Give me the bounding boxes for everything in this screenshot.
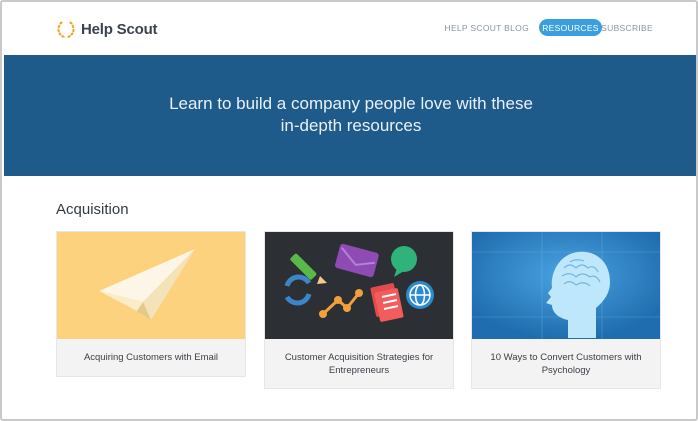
site-header: Help Scout HELP SCOUT BLOG RESOURCES SUB…: [4, 4, 696, 54]
chat-bubble-icon: [391, 246, 417, 277]
marketing-icons-illustration: [265, 232, 453, 339]
paper-plane-icon: [99, 249, 195, 320]
resource-card[interactable]: Acquiring Customers with Email: [56, 231, 246, 377]
hero-banner: Learn to build a company people love wit…: [4, 55, 696, 176]
card-title: Acquiring Customers with Email: [63, 351, 239, 364]
resource-card[interactable]: 10 Ways to Convert Customers with Psycho…: [471, 231, 661, 389]
envelope-icon: [334, 243, 379, 278]
marketing-icons-cluster: [284, 243, 434, 322]
card-title-line-1: 10 Ways to Convert Customers with: [490, 352, 642, 363]
section-title: Acquisition: [56, 201, 129, 218]
document-icon: [370, 283, 404, 322]
nav-link-resources[interactable]: RESOURCES: [539, 19, 602, 36]
card-title: 10 Ways to Convert Customers with Psycho…: [478, 351, 654, 377]
brain-head-icon: [472, 232, 660, 339]
card-title-line-1: Acquiring Customers with Email: [83, 352, 219, 363]
browser-frame: Help Scout HELP SCOUT BLOG RESOURCES SUB…: [0, 0, 698, 421]
hero-headline-line-1: Learn to build a company people love wit…: [169, 94, 533, 113]
line-graph-icon: [319, 289, 363, 318]
hero-headline-line-2: in-depth resources: [280, 116, 422, 135]
refresh-icon: [284, 274, 312, 306]
card-title-line-1: Customer Acquisition Strategies for: [284, 352, 434, 363]
card-title-line-2: Psychology: [541, 365, 591, 376]
nav-link-subscribe[interactable]: SUBSCRIBE: [601, 23, 653, 33]
card-title: Customer Acquisition Strategies for Entr…: [271, 351, 447, 377]
card-title-line-2: Entrepreneurs: [328, 365, 390, 376]
resource-card[interactable]: Customer Acquisition Strategies for Entr…: [264, 231, 454, 389]
brain-head-illustration: [472, 232, 660, 339]
paper-plane-illustration: [57, 232, 245, 339]
nav-link-blog[interactable]: HELP SCOUT BLOG: [445, 23, 530, 33]
globe-icon: [406, 281, 434, 309]
top-nav: HELP SCOUT BLOG RESOURCES SUBSCRIBE: [4, 19, 696, 39]
